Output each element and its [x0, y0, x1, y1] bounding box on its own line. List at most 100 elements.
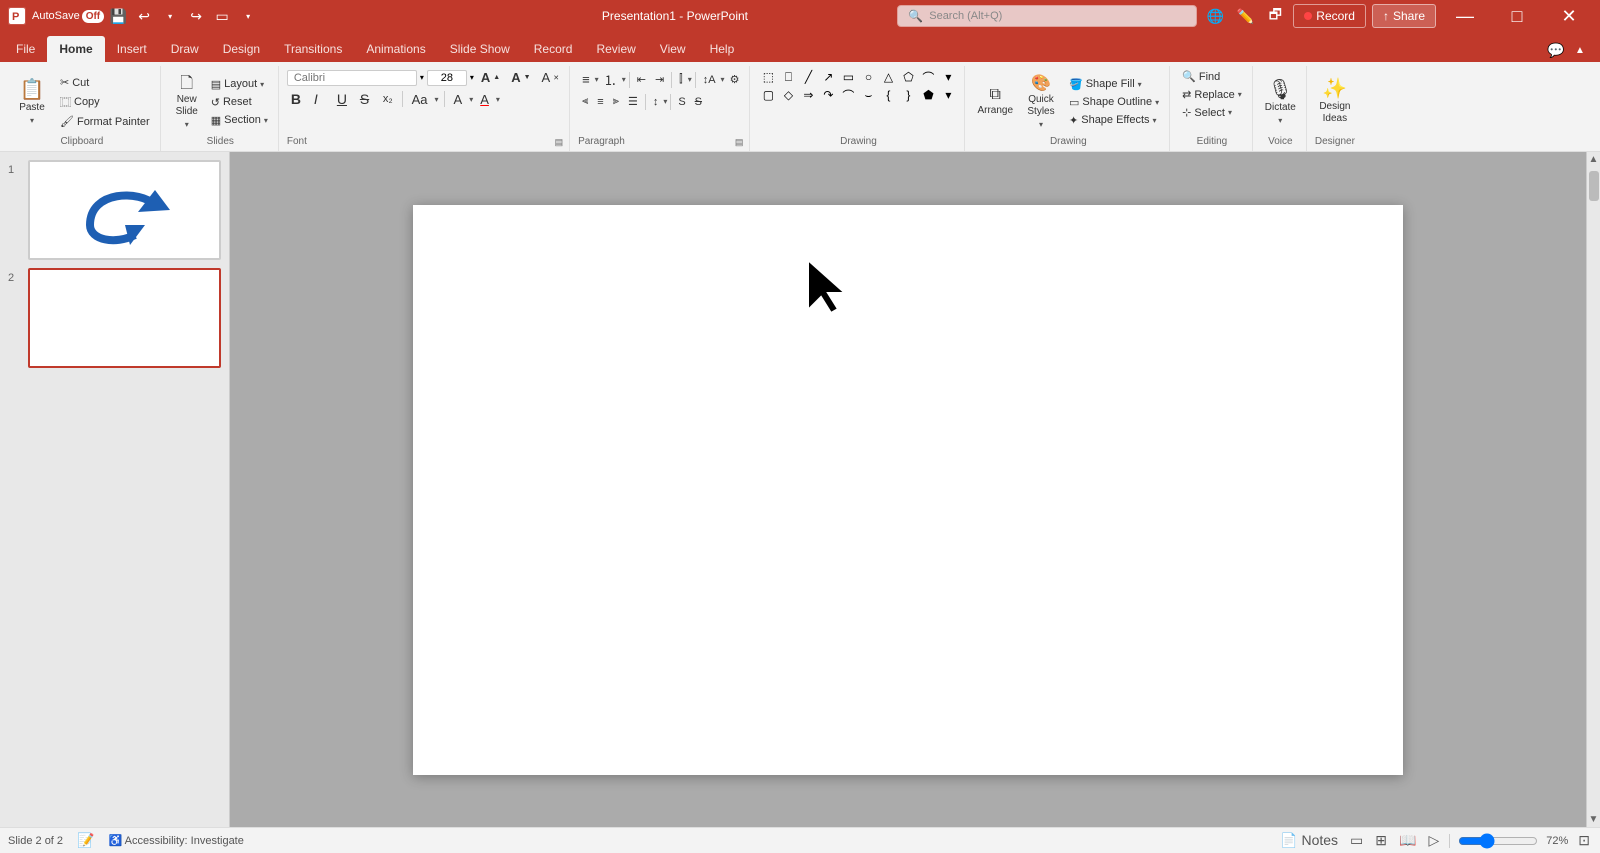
copy-button[interactable]: ⿴ Copy [56, 92, 154, 112]
slide-notes-icon[interactable]: 📝 [75, 830, 96, 851]
tab-view[interactable]: View [648, 36, 698, 62]
slide-canvas[interactable] [413, 205, 1403, 775]
justify-button[interactable]: ☰ [624, 93, 642, 110]
shape-connector-button[interactable]: ⌒ [838, 86, 858, 104]
shape-oval-button[interactable]: ○ [858, 68, 878, 86]
scroll-thumb[interactable] [1589, 171, 1599, 201]
vertical-scrollbar[interactable]: ▲ ▼ [1586, 152, 1600, 827]
decrease-font-button[interactable]: A▼ [507, 68, 534, 87]
shape-select-button[interactable]: ⬚ [758, 68, 778, 86]
font-color-button[interactable]: A [476, 90, 493, 109]
strikethrough2-button[interactable]: S [691, 94, 706, 110]
comments-button[interactable]: 💬 [1544, 38, 1568, 62]
record-button[interactable]: Record [1293, 4, 1366, 28]
highlight-button[interactable]: A [450, 90, 467, 109]
shape-diamond-button[interactable]: ◇ [778, 86, 798, 104]
slide-thumbnail-1[interactable] [28, 160, 221, 260]
tab-slideshow[interactable]: Slide Show [438, 36, 522, 62]
tab-file[interactable]: File [4, 36, 47, 62]
increase-font-button[interactable]: A▲ [477, 68, 504, 87]
italic-button[interactable]: I [310, 89, 330, 109]
undo-button[interactable]: ↩ [132, 4, 156, 28]
globe-icon[interactable]: 🌐 [1203, 4, 1227, 28]
tab-help[interactable]: Help [698, 36, 747, 62]
search-bar[interactable]: 🔍 Search (Alt+Q) [897, 5, 1197, 27]
shape-outline-button[interactable]: ▭ Shape Outline ▾ [1065, 94, 1163, 111]
line-spacing-button[interactable]: ↕ [649, 94, 663, 110]
align-right-button[interactable]: ⫸ [609, 93, 623, 110]
bold-button[interactable]: B [287, 89, 307, 109]
align-left-button[interactable]: ⫷ [578, 93, 592, 110]
restore-icon[interactable]: 🗗 [1263, 4, 1287, 28]
shape-curve-button[interactable]: ⌒ [918, 68, 938, 86]
tab-animations[interactable]: Animations [354, 36, 437, 62]
shape-rounded-rect-button[interactable]: ▢ [758, 86, 778, 104]
reset-button[interactable]: ↺ Reset [207, 94, 272, 111]
shape-smile-button[interactable]: ⌣ [858, 86, 878, 104]
slide-item-1[interactable]: 1 [8, 160, 221, 260]
shape-misc-button[interactable]: ⬟ [918, 86, 938, 104]
indent-right-button[interactable]: ⇥ [651, 71, 668, 88]
design-ideas-button[interactable]: ✨ DesignIdeas [1315, 72, 1354, 132]
pen-icon[interactable]: ✏️ [1233, 4, 1257, 28]
shape-textbox-button[interactable]: ⎕ [778, 68, 798, 86]
close-button[interactable]: ✕ [1546, 0, 1592, 32]
minimize-button[interactable]: — [1442, 0, 1488, 32]
text-direction-button[interactable]: ↕A [699, 72, 720, 88]
subscript-button[interactable]: x₂ [379, 91, 397, 107]
smartart-button[interactable]: ⚙ [726, 71, 744, 88]
format-painter-button[interactable]: 🖌 Format Painter [56, 113, 154, 130]
underline-button[interactable]: U [333, 89, 353, 109]
shape-effects-button[interactable]: ✦ Shape Effects ▾ [1065, 112, 1163, 129]
slide-sorter-button[interactable]: ⊞ [1373, 830, 1389, 851]
shape-right-arrow-button[interactable]: ⇒ [798, 86, 818, 104]
find-button[interactable]: 🔍 Find [1178, 68, 1224, 85]
shapes-more-button[interactable]: ▾ [938, 68, 958, 86]
font-name-input[interactable] [287, 70, 417, 86]
notes-button[interactable]: 📄 Notes [1278, 830, 1340, 851]
tab-transitions[interactable]: Transitions [272, 36, 354, 62]
fit-to-window-button[interactable]: ⊡ [1576, 830, 1592, 851]
layout-button[interactable]: ▤ Layout ▾ [207, 76, 272, 93]
ribbon-collapse-button[interactable]: ▲ [1568, 38, 1592, 62]
slide-thumbnail-2[interactable] [28, 268, 221, 368]
font-size-input[interactable] [427, 70, 467, 86]
numbering-button[interactable]: ⒈ [600, 68, 621, 91]
undo-dropdown-button[interactable]: ▾ [158, 4, 182, 28]
shape-brace-button[interactable]: { [878, 86, 898, 104]
shape-curved-arrow-button[interactable]: ↷ [818, 86, 838, 104]
scroll-up-button[interactable]: ▲ [1587, 152, 1600, 167]
maximize-button[interactable]: □ [1494, 0, 1540, 32]
columns-button[interactable]: ⫿ [675, 71, 687, 88]
font-case-button[interactable]: Aa [408, 90, 432, 109]
tab-insert[interactable]: Insert [105, 36, 159, 62]
quick-styles-button[interactable]: 🎨 QuickStyles ▾ [1021, 72, 1061, 132]
autosave-toggle[interactable]: Off [82, 10, 104, 23]
shape-fill-button[interactable]: 🪣 Shape Fill ▾ [1065, 76, 1163, 93]
new-slide-button[interactable]: 🗋 NewSlide ▾ [169, 72, 205, 132]
tab-record[interactable]: Record [522, 36, 585, 62]
slide-item-2[interactable]: 2 [8, 268, 221, 368]
shape-arrow-button[interactable]: ↗ [818, 68, 838, 86]
select-button[interactable]: ⊹ Select ▾ [1178, 104, 1236, 121]
cut-button[interactable]: ✂ Cut [56, 74, 154, 91]
redo-button[interactable]: ↪ [184, 4, 208, 28]
normal-view-button[interactable]: ▭ [1348, 830, 1365, 851]
reading-view-button[interactable]: 📖 [1397, 830, 1418, 851]
tab-design[interactable]: Design [211, 36, 272, 62]
share-button[interactable]: ↑ Share [1372, 4, 1436, 28]
bullets-button[interactable]: ≡ [578, 70, 594, 89]
paragraph-expand-button[interactable]: ▤ [735, 137, 744, 148]
zoom-slider[interactable] [1458, 833, 1538, 849]
tab-home[interactable]: Home [47, 36, 104, 62]
shape-triangle-button[interactable]: △ [878, 68, 898, 86]
shape-line-button[interactable]: ╱ [798, 68, 818, 86]
align-center-button[interactable]: ≡ [593, 94, 607, 110]
tab-draw[interactable]: Draw [159, 36, 211, 62]
replace-button[interactable]: ⇄ Replace ▾ [1178, 86, 1246, 103]
strikethrough-button[interactable]: S [356, 89, 376, 109]
presenter-view-button[interactable]: ▷ [1426, 830, 1441, 851]
text-shadow-button[interactable]: S [674, 94, 689, 110]
presentation-view-button[interactable]: ▭ [210, 4, 234, 28]
shapes-expand-button[interactable]: ▾ [938, 86, 958, 104]
